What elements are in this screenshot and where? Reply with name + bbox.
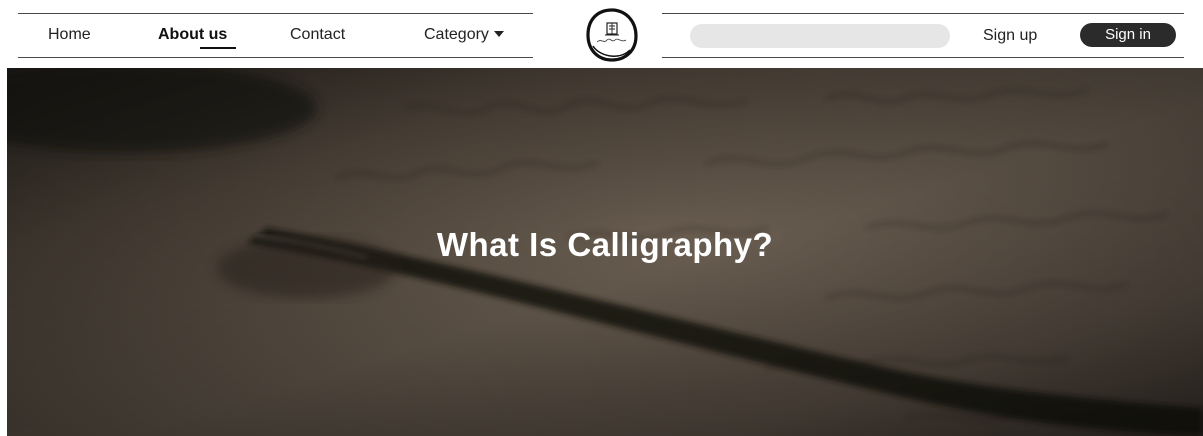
sign-up-link[interactable]: Sign up: [983, 25, 1037, 47]
active-underline: [200, 47, 236, 49]
nav-category-label: Category: [424, 26, 489, 43]
header-divider: [662, 13, 1184, 14]
header-divider: [18, 57, 533, 58]
nav-home-link[interactable]: Home: [48, 24, 91, 46]
nav-about-link[interactable]: About us: [158, 24, 236, 49]
sign-in-button[interactable]: Sign in: [1080, 23, 1176, 47]
header-divider: [662, 57, 1184, 58]
hero-title: What Is Calligraphy?: [436, 226, 774, 263]
search-input[interactable]: [690, 24, 950, 48]
header-divider: [18, 13, 533, 14]
nav-contact-link[interactable]: Contact: [290, 24, 345, 46]
nav-category-dropdown[interactable]: Category: [424, 24, 504, 46]
caret-down-icon: [493, 30, 504, 37]
site-header: Home About us Contact Category Sign up S…: [0, 0, 1203, 68]
calligraphy-logo-icon[interactable]: [583, 6, 641, 64]
hero-banner: What Is Calligraphy?: [7, 68, 1203, 436]
nav-about-label: About us: [158, 26, 228, 43]
